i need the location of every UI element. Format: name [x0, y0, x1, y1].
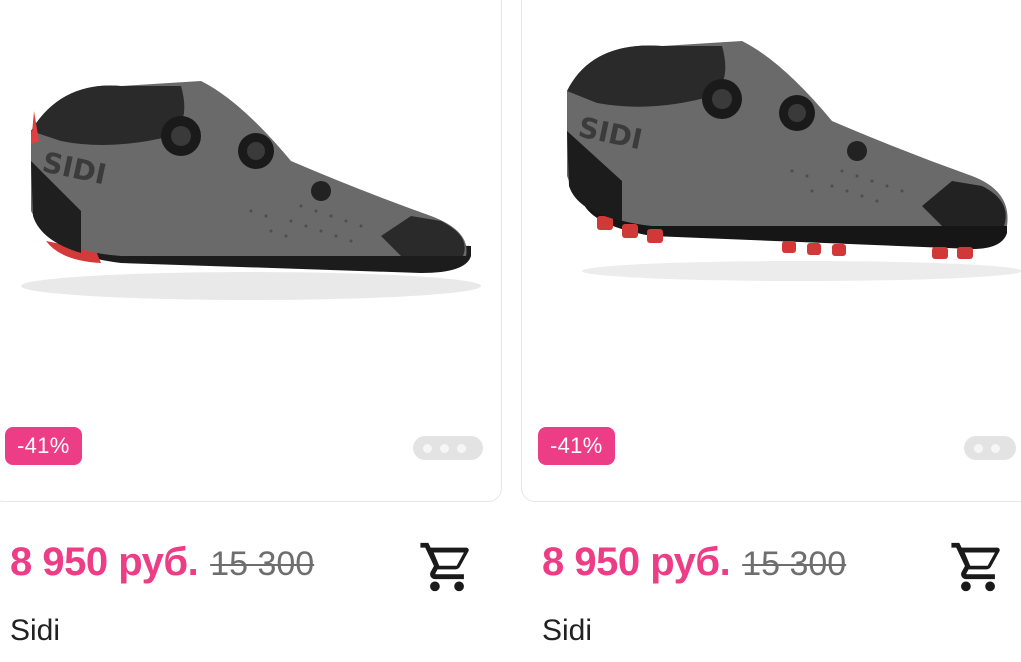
carousel-dot[interactable] [974, 443, 983, 453]
cart-icon[interactable] [949, 538, 1007, 596]
price-row: 8 950 руб. 15 300 [542, 540, 846, 585]
price-row: 8 950 руб. 15 300 [10, 540, 314, 585]
product-brand[interactable]: Sidi [542, 614, 592, 648]
old-price: 15 300 [210, 545, 315, 583]
product-card[interactable]: SIDI -41% 8 950 руб. 15 300 Sidi [0, 0, 502, 662]
discount-badge: -41% [5, 427, 82, 465]
cart-icon[interactable] [418, 538, 476, 596]
current-price: 8 950 руб. [542, 540, 731, 584]
discount-badge: -41% [538, 427, 615, 465]
old-price: 15 300 [742, 545, 847, 583]
image-carousel-indicator[interactable] [964, 436, 1016, 460]
carousel-dot[interactable] [423, 443, 432, 453]
product-grid: SIDI -41% 8 950 руб. 15 300 Sidi SIDI -4… [0, 0, 1021, 662]
image-carousel-indicator[interactable] [413, 436, 483, 460]
product-brand[interactable]: Sidi [10, 614, 60, 648]
carousel-dot[interactable] [991, 443, 1000, 453]
current-price: 8 950 руб. [10, 540, 199, 584]
mtb-shoe-image: SIDI [567, 41, 1021, 281]
product-image-container[interactable]: SIDI -41% [0, 0, 502, 502]
carousel-dot[interactable] [457, 443, 466, 453]
carousel-dot[interactable] [440, 443, 449, 453]
product-card[interactable]: SIDI -41% 8 950 руб. 15 300 Sidi [521, 0, 1021, 662]
road-shoe-image: SIDI [21, 81, 481, 300]
product-image-container[interactable]: SIDI -41% [521, 0, 1021, 502]
